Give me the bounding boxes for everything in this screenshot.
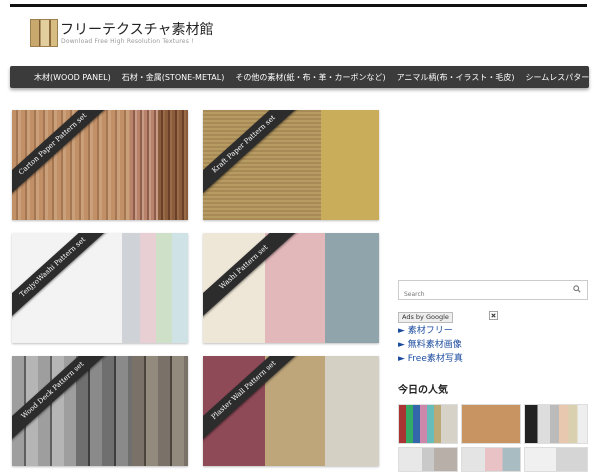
nav-item-wood[interactable]: 木材(WOOD PANEL) [34,72,111,83]
nav-item-seamless-pattern[interactable]: シームレスパターン [526,72,597,83]
site-logo[interactable] [30,19,58,47]
popular-thumbnail[interactable] [461,404,521,444]
popular-thumbnail[interactable] [461,447,521,472]
search-icon[interactable] [573,285,581,293]
popular-today-heading: 今日の人気 [398,385,448,396]
texture-preview [132,356,188,466]
popular-thumbnail[interactable] [398,404,458,444]
ad-link-free-images[interactable]: ► 無料素材画像 [398,337,462,350]
search-input[interactable] [399,286,564,303]
ad-link-free-photos[interactable]: ► Free素材写真 [398,351,463,364]
texture-card-kraft[interactable]: Kraft Paper Pattern set [203,110,379,220]
nav-item-stone-metal[interactable]: 石材・金属(STONE-METAL) [122,72,225,83]
texture-preview [325,356,379,466]
texture-card-plaster-wall[interactable]: Plaster Wall Pattern set [203,356,379,466]
texture-preview [130,110,158,220]
nav-item-animal-pattern[interactable]: アニマル柄(布・イラスト・毛皮) [397,72,515,83]
texture-preview [122,233,140,343]
texture-card-wood-deck[interactable]: Wood Deck Pattern set [12,356,188,466]
texture-preview [158,110,188,220]
ad-link-sozai-free[interactable]: ► 素材フリー [398,323,453,336]
texture-card-washi[interactable]: Washi Pattern set [203,233,379,343]
header-top-rule [10,4,587,7]
popular-thumbnail[interactable] [524,447,588,472]
site-tagline: Download Free High Resolution Textures ! [61,38,194,45]
texture-preview [156,233,172,343]
site-title[interactable]: フリーテクスチャ素材館 [60,19,213,39]
texture-card-tenjyo-washi[interactable]: TenjyoWashi Pattern set [12,233,188,343]
texture-preview [172,233,188,343]
main-navigation: 木材(WOOD PANEL) 石材・金属(STONE-METAL) その他の素材… [10,66,597,88]
popular-thumbnail[interactable] [398,447,458,472]
texture-card-carton[interactable]: Carton Paper Pattern set [12,110,188,220]
ad-options-icon[interactable] [489,311,498,320]
popular-thumbnail[interactable] [524,404,588,444]
texture-preview [321,110,379,220]
ads-by-google-label[interactable]: Ads by Google [398,312,453,323]
nav-item-other-materials[interactable]: その他の素材(紙・布・革・カーボンなど) [235,72,385,83]
texture-preview [325,233,379,343]
texture-preview [140,233,156,343]
search-box [398,280,588,303]
